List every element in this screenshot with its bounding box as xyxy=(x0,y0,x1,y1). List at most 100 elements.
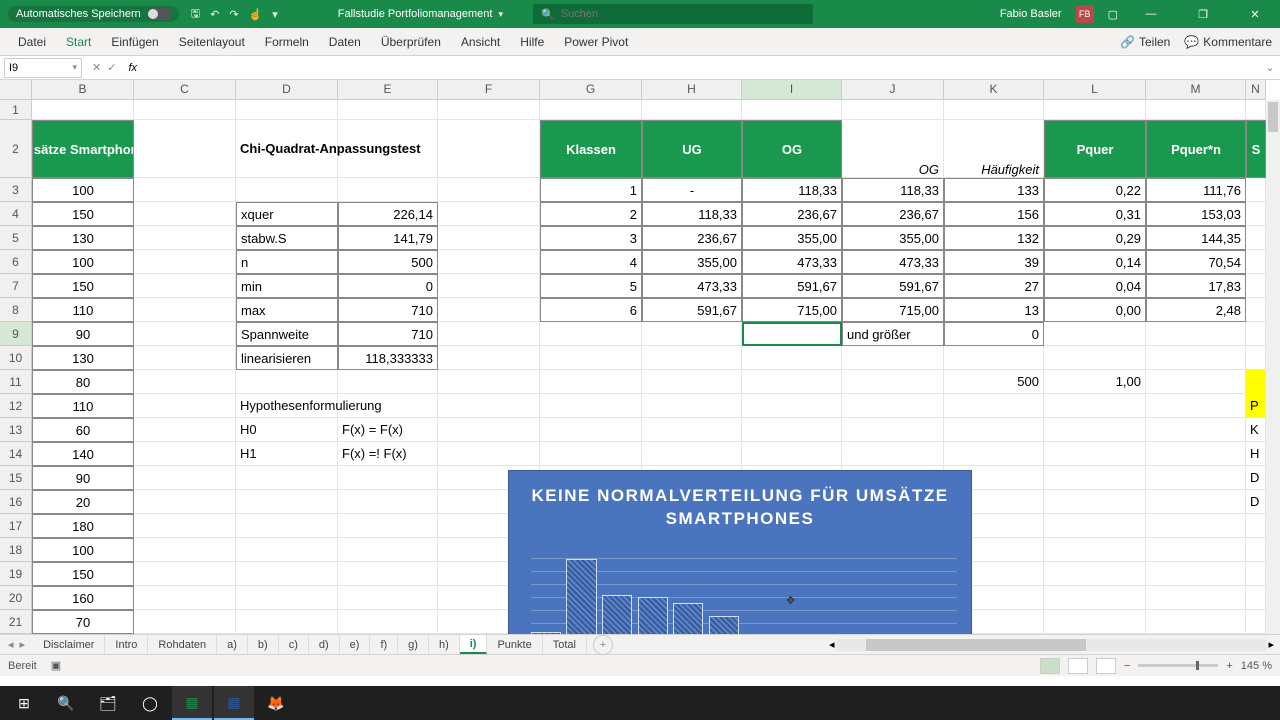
cell-D15[interactable] xyxy=(236,466,338,490)
cell-H5[interactable]: 236,67 xyxy=(642,226,742,250)
cell-D19[interactable] xyxy=(236,562,338,586)
row-header-6[interactable]: 6 xyxy=(0,250,32,274)
cell-H1[interactable] xyxy=(642,100,742,120)
zoom-level[interactable]: 145 % xyxy=(1241,660,1272,672)
cell-G13[interactable] xyxy=(540,418,642,442)
ribbon-tab-formeln[interactable]: Formeln xyxy=(255,28,319,55)
cell-B18[interactable]: 100 xyxy=(32,538,134,562)
cell-E4[interactable]: 226,14 xyxy=(338,202,438,226)
embedded-chart[interactable]: KEINE NORMALVERTEILUNG FÜR UMSÄTZE SMART… xyxy=(508,470,972,634)
sheet-tab-Total[interactable]: Total xyxy=(543,635,587,654)
vertical-scrollbar[interactable] xyxy=(1266,100,1280,634)
cell-M12[interactable] xyxy=(1146,394,1246,418)
cell-K6[interactable]: 39 xyxy=(944,250,1044,274)
cell-L16[interactable] xyxy=(1044,490,1146,514)
cell-N15[interactable]: D xyxy=(1246,466,1266,490)
cell-M1[interactable] xyxy=(1146,100,1246,120)
col-header-F[interactable]: F xyxy=(438,80,540,100)
sheet-tab-e[interactable]: e) xyxy=(340,635,371,654)
cell-E20[interactable] xyxy=(338,586,438,610)
view-normal-button[interactable] xyxy=(1040,658,1060,674)
cell-E16[interactable] xyxy=(338,490,438,514)
row-header-20[interactable]: 20 xyxy=(0,586,32,610)
touch-icon[interactable]: ☝ xyxy=(249,8,263,21)
sheet-tab-Rohdaten[interactable]: Rohdaten xyxy=(148,635,217,654)
fx-icon[interactable]: fx xyxy=(122,62,143,74)
cell-I14[interactable] xyxy=(742,442,842,466)
view-pagelayout-button[interactable] xyxy=(1068,658,1088,674)
cell-K3[interactable]: 133 xyxy=(944,178,1044,202)
cell-B19[interactable]: 150 xyxy=(32,562,134,586)
cell-C19[interactable] xyxy=(134,562,236,586)
cell-B7[interactable]: 150 xyxy=(32,274,134,298)
row-header-10[interactable]: 10 xyxy=(0,346,32,370)
cell-D4[interactable]: xquer xyxy=(236,202,338,226)
cell-K10[interactable] xyxy=(944,346,1044,370)
cell-B13[interactable]: 60 xyxy=(32,418,134,442)
cell-K5[interactable]: 132 xyxy=(944,226,1044,250)
cell-F13[interactable] xyxy=(438,418,540,442)
cell-H9[interactable] xyxy=(642,322,742,346)
cell-J3[interactable]: 118,33 xyxy=(842,178,944,202)
cell-C10[interactable] xyxy=(134,346,236,370)
row-header-12[interactable]: 12 xyxy=(0,394,32,418)
cell-I2[interactable]: OG xyxy=(742,120,842,178)
cell-G11[interactable] xyxy=(540,370,642,394)
cell-B17[interactable]: 180 xyxy=(32,514,134,538)
cell-D18[interactable] xyxy=(236,538,338,562)
cell-E3[interactable] xyxy=(338,178,438,202)
row-header-16[interactable]: 16 xyxy=(0,490,32,514)
cell-C13[interactable] xyxy=(134,418,236,442)
cell-K12[interactable] xyxy=(944,394,1044,418)
cell-L9[interactable] xyxy=(1044,322,1146,346)
cell-C2[interactable] xyxy=(134,120,236,178)
sheet-tab-Intro[interactable]: Intro xyxy=(105,635,148,654)
row-header-21[interactable]: 21 xyxy=(0,610,32,634)
cell-F1[interactable] xyxy=(438,100,540,120)
cell-G2[interactable]: Klassen xyxy=(540,120,642,178)
taskbar-firefox[interactable]: 🦊 xyxy=(256,686,296,720)
cell-G9[interactable] xyxy=(540,322,642,346)
cell-E15[interactable] xyxy=(338,466,438,490)
cell-K14[interactable] xyxy=(944,442,1044,466)
cell-C16[interactable] xyxy=(134,490,236,514)
cell-C6[interactable] xyxy=(134,250,236,274)
cell-N19[interactable] xyxy=(1246,562,1266,586)
cell-F10[interactable] xyxy=(438,346,540,370)
cell-G5[interactable]: 3 xyxy=(540,226,642,250)
cell-M15[interactable] xyxy=(1146,466,1246,490)
cell-G1[interactable] xyxy=(540,100,642,120)
cell-L2[interactable]: Pquer xyxy=(1044,120,1146,178)
col-header-J[interactable]: J xyxy=(842,80,944,100)
cell-E19[interactable] xyxy=(338,562,438,586)
cell-D20[interactable] xyxy=(236,586,338,610)
cell-E21[interactable] xyxy=(338,610,438,634)
row-header-8[interactable]: 8 xyxy=(0,298,32,322)
cell-H4[interactable]: 118,33 xyxy=(642,202,742,226)
cell-I12[interactable] xyxy=(742,394,842,418)
sheet-tab-d[interactable]: d) xyxy=(309,635,340,654)
cell-B3[interactable]: 100 xyxy=(32,178,134,202)
cell-H8[interactable]: 591,67 xyxy=(642,298,742,322)
taskbar-app-2[interactable]: ◯ xyxy=(130,686,170,720)
cell-K13[interactable] xyxy=(944,418,1044,442)
cell-C17[interactable] xyxy=(134,514,236,538)
cell-J12[interactable] xyxy=(842,394,944,418)
cell-B11[interactable]: 80 xyxy=(32,370,134,394)
cell-B12[interactable]: 110 xyxy=(32,394,134,418)
row-header-5[interactable]: 5 xyxy=(0,226,32,250)
cell-L12[interactable] xyxy=(1044,394,1146,418)
row-header-15[interactable]: 15 xyxy=(0,466,32,490)
cell-N18[interactable] xyxy=(1246,538,1266,562)
cell-N9[interactable] xyxy=(1246,322,1266,346)
row-header-17[interactable]: 17 xyxy=(0,514,32,538)
cell-M2[interactable]: Pquer*n xyxy=(1146,120,1246,178)
cell-M18[interactable] xyxy=(1146,538,1246,562)
col-header-C[interactable]: C xyxy=(134,80,236,100)
cell-L4[interactable]: 0,31 xyxy=(1044,202,1146,226)
cell-F9[interactable] xyxy=(438,322,540,346)
cell-E5[interactable]: 141,79 xyxy=(338,226,438,250)
close-button[interactable]: ✕ xyxy=(1236,0,1274,28)
cell-L7[interactable]: 0,04 xyxy=(1044,274,1146,298)
cell-M20[interactable] xyxy=(1146,586,1246,610)
